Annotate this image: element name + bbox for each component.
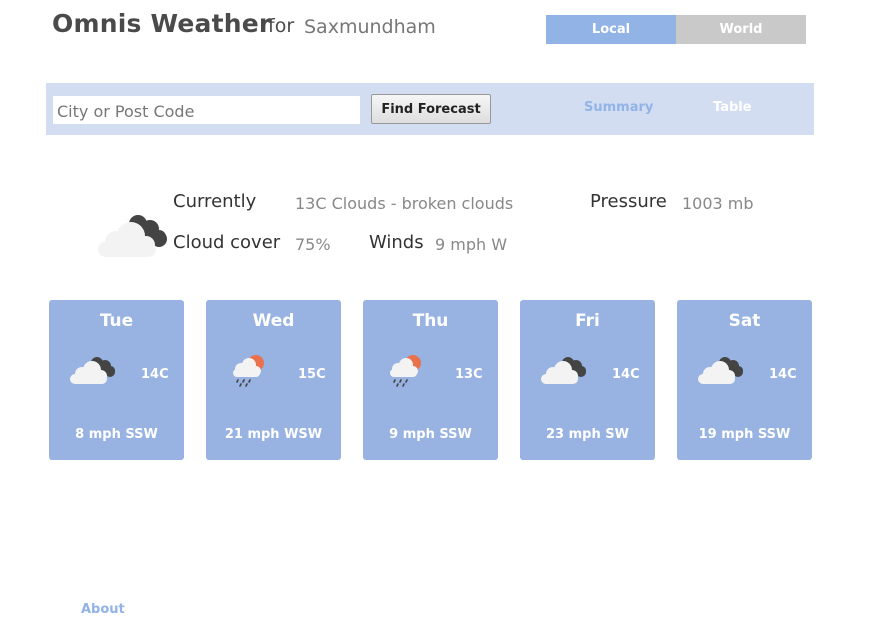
- cloud-broken-icon: [94, 212, 170, 264]
- forecast-card-tue: Tue 14C 8 mph SSW: [49, 300, 184, 460]
- forecast-day: Tue: [99, 311, 134, 331]
- rain-sun-icon: [387, 352, 427, 394]
- forecast-temp: 14C: [612, 367, 640, 382]
- forecast-wind: 19 mph SSW: [698, 427, 791, 442]
- search-input[interactable]: [52, 95, 361, 125]
- cloud-cover-label: Cloud cover: [173, 232, 281, 253]
- app-title: Omnis Weather: [52, 9, 272, 38]
- forecast-wind: 8 mph SSW: [75, 427, 158, 442]
- about-link[interactable]: About: [81, 602, 125, 617]
- forecast-day: Fri: [575, 311, 600, 331]
- rain-sun-icon: [230, 352, 270, 394]
- cloud-broken-icon: [68, 354, 116, 390]
- cloud-broken-icon: [696, 354, 744, 390]
- tab-world[interactable]: World: [676, 15, 806, 44]
- pressure-value: 1003 mb: [682, 194, 754, 213]
- forecast-temp: 13C: [455, 367, 483, 382]
- forecast-temp: 14C: [141, 367, 169, 382]
- forecast-wind: 21 mph WSW: [224, 427, 323, 442]
- view-tab-summary[interactable]: Summary: [584, 100, 653, 115]
- forecast-wind: 23 mph SW: [546, 427, 629, 442]
- forecast-temp: 14C: [769, 367, 797, 382]
- location-name: Saxmundham: [304, 16, 436, 38]
- cloud-cover-value: 75%: [295, 235, 331, 254]
- forecast-wind: 9 mph SSW: [389, 427, 472, 442]
- forecast-card-thu: Thu 13C 9 mph SSW: [363, 300, 498, 460]
- forecast-day: Sat: [728, 311, 761, 331]
- view-tab-table[interactable]: Table: [713, 100, 752, 115]
- currently-value: 13C Clouds - broken clouds: [295, 194, 514, 213]
- find-forecast-button[interactable]: Find Forecast: [371, 94, 491, 124]
- forecast-day: Thu: [412, 311, 449, 331]
- forecast-card-wed: Wed 15C 21 mph WSW: [206, 300, 341, 460]
- currently-label: Currently: [173, 191, 257, 212]
- for-label: for: [268, 15, 295, 37]
- forecast-card-fri: Fri 14C 23 mph SW: [520, 300, 655, 460]
- tab-local[interactable]: Local: [546, 15, 676, 44]
- forecast-temp: 15C: [298, 367, 326, 382]
- forecast-day: Wed: [252, 311, 295, 331]
- cloud-broken-icon: [539, 354, 587, 390]
- forecast-card-sat: Sat 14C 19 mph SSW: [677, 300, 812, 460]
- winds-value: 9 mph W: [435, 235, 508, 254]
- pressure-label: Pressure: [590, 191, 667, 212]
- winds-label: Winds: [369, 232, 424, 253]
